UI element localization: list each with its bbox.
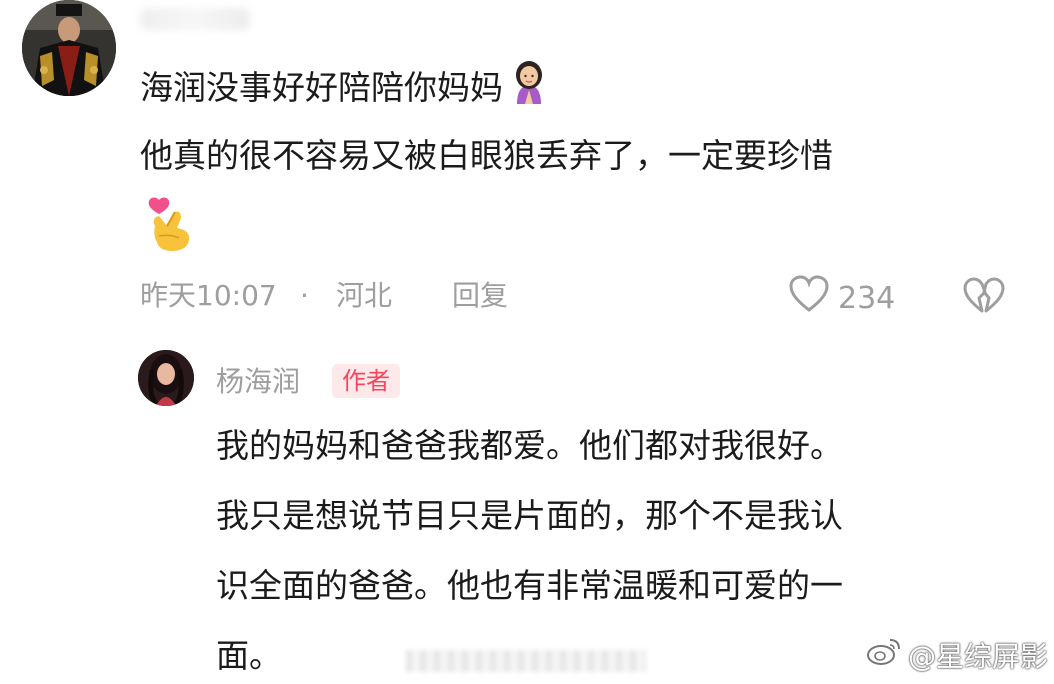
commenter-avatar[interactable]	[22, 0, 116, 96]
reply-text-line: 识全面的爸爸。他也有非常温暖和可爱的一	[216, 566, 843, 605]
heart-icon	[788, 274, 830, 322]
author-avatar[interactable]	[138, 350, 194, 406]
woman-with-hands-clasped-emoji-icon	[509, 58, 549, 121]
masked-username	[140, 8, 250, 30]
reply-text-line: 面。	[216, 636, 282, 675]
reply-text-line: 我只是想说节目只是片面的，那个不是我认	[216, 496, 843, 535]
broken-heart-icon	[962, 277, 1006, 320]
masked-text-strip	[406, 650, 646, 672]
watermark-at: @	[908, 639, 936, 673]
meta-separator: ·	[300, 279, 309, 312]
like-button[interactable]: 234	[788, 274, 895, 322]
reply-text-line: 我的妈妈和爸爸我都爱。他们都对我很好。	[216, 426, 843, 465]
weibo-logo-icon	[866, 636, 902, 677]
watermark: @星综屏影	[866, 636, 1048, 677]
comment-text-line: 他真的很不容易又被白眼狼丢弃了，一定要珍惜	[140, 136, 833, 175]
comment-location: 河北	[336, 279, 393, 312]
author-badge: 作者	[332, 364, 400, 398]
like-count: 234	[838, 280, 896, 316]
finger-heart-emoji-icon	[145, 196, 195, 252]
comment-timestamp: 昨天10:07	[140, 279, 277, 312]
comment-text-line: 海润没事好好陪陪你妈妈	[140, 58, 549, 121]
author-username[interactable]: 杨海润	[216, 362, 300, 402]
reply-button[interactable]: 回复	[452, 276, 508, 316]
dislike-button[interactable]	[962, 276, 1006, 320]
watermark-text: 星综屏影	[936, 639, 1049, 673]
